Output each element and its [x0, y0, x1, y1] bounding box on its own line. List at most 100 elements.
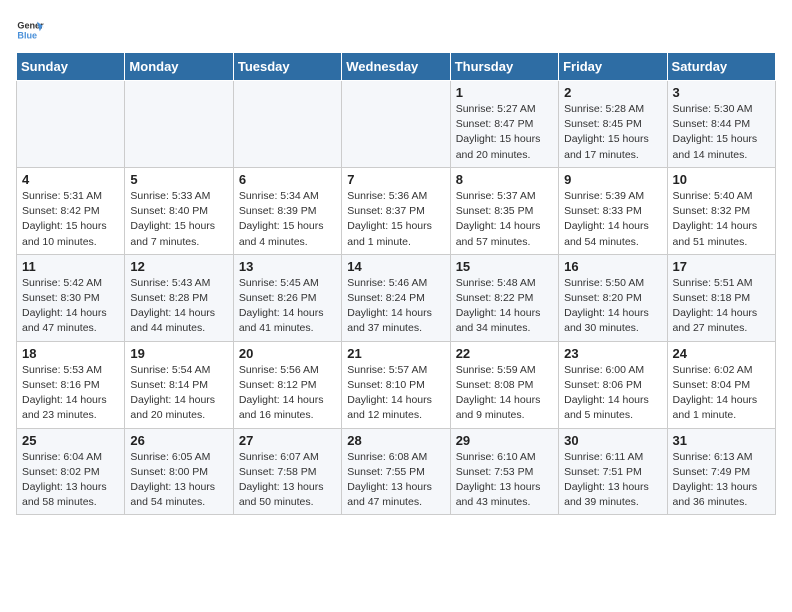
day-number: 26 — [130, 433, 227, 448]
day-info: Sunrise: 5:31 AM Sunset: 8:42 PM Dayligh… — [22, 189, 119, 250]
day-info: Sunrise: 5:43 AM Sunset: 8:28 PM Dayligh… — [130, 276, 227, 337]
day-info: Sunrise: 6:11 AM Sunset: 7:51 PM Dayligh… — [564, 450, 661, 511]
day-number: 4 — [22, 172, 119, 187]
day-number: 3 — [673, 85, 770, 100]
calendar-cell: 13 Sunrise: 5:45 AM Sunset: 8:26 PM Dayli… — [233, 254, 341, 341]
calendar-cell: 14 Sunrise: 5:46 AM Sunset: 8:24 PM Dayli… — [342, 254, 450, 341]
day-number: 12 — [130, 259, 227, 274]
calendar-cell: 15 Sunrise: 5:48 AM Sunset: 8:22 PM Dayli… — [450, 254, 558, 341]
calendar-header-row: SundayMondayTuesdayWednesdayThursdayFrid… — [17, 53, 776, 81]
day-number: 27 — [239, 433, 336, 448]
day-info: Sunrise: 5:57 AM Sunset: 8:10 PM Dayligh… — [347, 363, 444, 424]
calendar-cell: 4 Sunrise: 5:31 AM Sunset: 8:42 PM Daylig… — [17, 167, 125, 254]
calendar-cell: 2Sunrise: 5:28 AM Sunset: 8:45 PM Daylig… — [559, 81, 667, 168]
calendar-week-row: 18Sunrise: 5:53 AM Sunset: 8:16 PM Dayli… — [17, 341, 776, 428]
day-number: 10 — [673, 172, 770, 187]
day-info: Sunrise: 6:13 AM Sunset: 7:49 PM Dayligh… — [673, 450, 770, 511]
logo-icon: General Blue — [16, 16, 44, 44]
weekday-header-tuesday: Tuesday — [233, 53, 341, 81]
calendar-week-row: 4 Sunrise: 5:31 AM Sunset: 8:42 PM Daylig… — [17, 167, 776, 254]
day-info: Sunrise: 6:10 AM Sunset: 7:53 PM Dayligh… — [456, 450, 553, 511]
calendar-cell: 29Sunrise: 6:10 AM Sunset: 7:53 PM Dayli… — [450, 428, 558, 515]
day-info: Sunrise: 6:05 AM Sunset: 8:00 PM Dayligh… — [130, 450, 227, 511]
day-info: Sunrise: 5:53 AM Sunset: 8:16 PM Dayligh… — [22, 363, 119, 424]
calendar-cell: 23Sunrise: 6:00 AM Sunset: 8:06 PM Dayli… — [559, 341, 667, 428]
calendar-cell: 16Sunrise: 5:50 AM Sunset: 8:20 PM Dayli… — [559, 254, 667, 341]
calendar-cell: 26 Sunrise: 6:05 AM Sunset: 8:00 PM Dayli… — [125, 428, 233, 515]
calendar-week-row: 25 Sunrise: 6:04 AM Sunset: 8:02 PM Dayli… — [17, 428, 776, 515]
weekday-header-sunday: Sunday — [17, 53, 125, 81]
day-number: 24 — [673, 346, 770, 361]
svg-text:Blue: Blue — [17, 30, 37, 40]
day-number: 2 — [564, 85, 661, 100]
calendar-cell: 11 Sunrise: 5:42 AM Sunset: 8:30 PM Dayli… — [17, 254, 125, 341]
weekday-header-monday: Monday — [125, 53, 233, 81]
day-number: 31 — [673, 433, 770, 448]
calendar-cell: 28 Sunrise: 6:08 AM Sunset: 7:55 PM Dayli… — [342, 428, 450, 515]
day-info: Sunrise: 5:50 AM Sunset: 8:20 PM Dayligh… — [564, 276, 661, 337]
day-number: 28 — [347, 433, 444, 448]
day-number: 8 — [456, 172, 553, 187]
day-info: Sunrise: 6:04 AM Sunset: 8:02 PM Dayligh… — [22, 450, 119, 511]
calendar-cell: 6Sunrise: 5:34 AM Sunset: 8:39 PM Daylig… — [233, 167, 341, 254]
day-info: Sunrise: 5:33 AM Sunset: 8:40 PM Dayligh… — [130, 189, 227, 250]
day-info: Sunrise: 5:39 AM Sunset: 8:33 PM Dayligh… — [564, 189, 661, 250]
day-number: 17 — [673, 259, 770, 274]
day-number: 13 — [239, 259, 336, 274]
calendar-cell: 10 Sunrise: 5:40 AM Sunset: 8:32 PM Dayli… — [667, 167, 775, 254]
calendar-cell — [342, 81, 450, 168]
day-info: Sunrise: 6:00 AM Sunset: 8:06 PM Dayligh… — [564, 363, 661, 424]
weekday-header-thursday: Thursday — [450, 53, 558, 81]
day-number: 25 — [22, 433, 119, 448]
day-number: 11 — [22, 259, 119, 274]
day-info: Sunrise: 5:48 AM Sunset: 8:22 PM Dayligh… — [456, 276, 553, 337]
day-info: Sunrise: 5:36 AM Sunset: 8:37 PM Dayligh… — [347, 189, 444, 250]
day-info: Sunrise: 5:45 AM Sunset: 8:26 PM Dayligh… — [239, 276, 336, 337]
page-header: General Blue — [16, 16, 776, 44]
calendar-cell: 25 Sunrise: 6:04 AM Sunset: 8:02 PM Dayli… — [17, 428, 125, 515]
day-info: Sunrise: 5:51 AM Sunset: 8:18 PM Dayligh… — [673, 276, 770, 337]
calendar-cell: 18Sunrise: 5:53 AM Sunset: 8:16 PM Dayli… — [17, 341, 125, 428]
calendar-cell — [125, 81, 233, 168]
calendar-table: SundayMondayTuesdayWednesdayThursdayFrid… — [16, 52, 776, 515]
calendar-cell: 12 Sunrise: 5:43 AM Sunset: 8:28 PM Dayli… — [125, 254, 233, 341]
day-number: 19 — [130, 346, 227, 361]
day-number: 1 — [456, 85, 553, 100]
calendar-cell: 7 Sunrise: 5:36 AM Sunset: 8:37 PM Daylig… — [342, 167, 450, 254]
weekday-header-friday: Friday — [559, 53, 667, 81]
calendar-cell: 31 Sunrise: 6:13 AM Sunset: 7:49 PM Dayli… — [667, 428, 775, 515]
calendar-cell: 24 Sunrise: 6:02 AM Sunset: 8:04 PM Dayli… — [667, 341, 775, 428]
day-number: 7 — [347, 172, 444, 187]
day-info: Sunrise: 5:42 AM Sunset: 8:30 PM Dayligh… — [22, 276, 119, 337]
day-info: Sunrise: 6:02 AM Sunset: 8:04 PM Dayligh… — [673, 363, 770, 424]
weekday-header-wednesday: Wednesday — [342, 53, 450, 81]
day-info: Sunrise: 5:46 AM Sunset: 8:24 PM Dayligh… — [347, 276, 444, 337]
day-number: 30 — [564, 433, 661, 448]
day-number: 22 — [456, 346, 553, 361]
day-info: Sunrise: 5:54 AM Sunset: 8:14 PM Dayligh… — [130, 363, 227, 424]
day-info: Sunrise: 6:08 AM Sunset: 7:55 PM Dayligh… — [347, 450, 444, 511]
day-number: 6 — [239, 172, 336, 187]
day-info: Sunrise: 5:27 AM Sunset: 8:47 PM Dayligh… — [456, 102, 553, 163]
calendar-week-row: 11 Sunrise: 5:42 AM Sunset: 8:30 PM Dayli… — [17, 254, 776, 341]
calendar-week-row: 1 Sunrise: 5:27 AM Sunset: 8:47 PM Daylig… — [17, 81, 776, 168]
day-info: Sunrise: 5:56 AM Sunset: 8:12 PM Dayligh… — [239, 363, 336, 424]
calendar-cell: 8Sunrise: 5:37 AM Sunset: 8:35 PM Daylig… — [450, 167, 558, 254]
day-number: 20 — [239, 346, 336, 361]
calendar-cell: 20 Sunrise: 5:56 AM Sunset: 8:12 PM Dayli… — [233, 341, 341, 428]
calendar-cell: 19 Sunrise: 5:54 AM Sunset: 8:14 PM Dayli… — [125, 341, 233, 428]
calendar-cell: 5 Sunrise: 5:33 AM Sunset: 8:40 PM Daylig… — [125, 167, 233, 254]
calendar-cell: 21Sunrise: 5:57 AM Sunset: 8:10 PM Dayli… — [342, 341, 450, 428]
day-number: 15 — [456, 259, 553, 274]
day-number: 9 — [564, 172, 661, 187]
weekday-header-saturday: Saturday — [667, 53, 775, 81]
calendar-cell: 30 Sunrise: 6:11 AM Sunset: 7:51 PM Dayli… — [559, 428, 667, 515]
day-number: 5 — [130, 172, 227, 187]
day-info: Sunrise: 5:40 AM Sunset: 8:32 PM Dayligh… — [673, 189, 770, 250]
day-info: Sunrise: 5:59 AM Sunset: 8:08 PM Dayligh… — [456, 363, 553, 424]
calendar-cell: 27Sunrise: 6:07 AM Sunset: 7:58 PM Dayli… — [233, 428, 341, 515]
calendar-cell: 1 Sunrise: 5:27 AM Sunset: 8:47 PM Daylig… — [450, 81, 558, 168]
calendar-cell: 9 Sunrise: 5:39 AM Sunset: 8:33 PM Daylig… — [559, 167, 667, 254]
calendar-cell — [233, 81, 341, 168]
day-number: 14 — [347, 259, 444, 274]
